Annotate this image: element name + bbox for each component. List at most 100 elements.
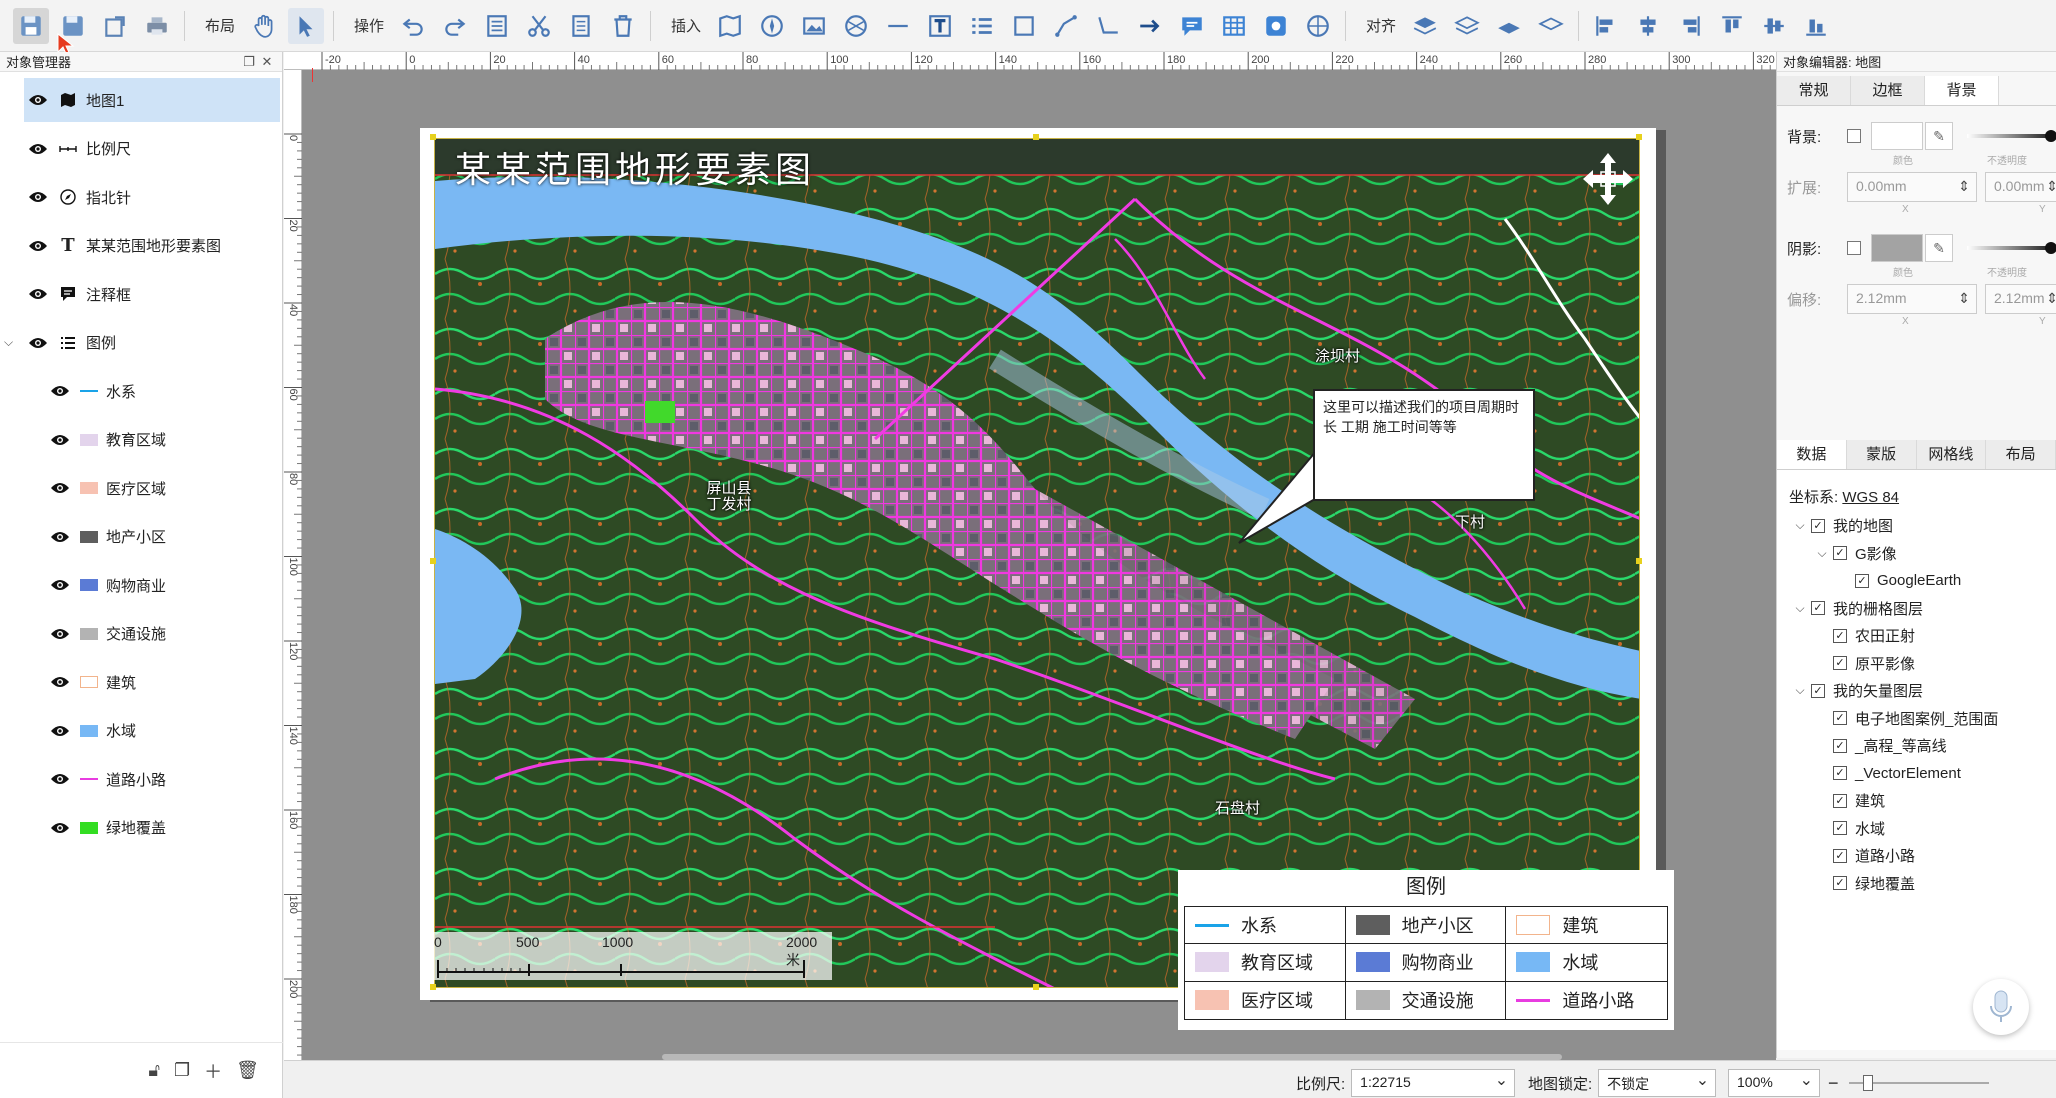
layer-tree-item[interactable]: ✓ 道路小路 bbox=[1789, 842, 2056, 870]
insert-compass-icon[interactable] bbox=[754, 8, 790, 44]
layer-checkbox[interactable]: ✓ bbox=[1833, 628, 1847, 643]
scale-combo[interactable]: 1:22715 bbox=[1351, 1069, 1516, 1097]
tree-item-legend-entry[interactable]: 建筑 bbox=[0, 658, 282, 707]
eye-icon[interactable] bbox=[50, 821, 70, 835]
send-to-back-icon[interactable] bbox=[1533, 8, 1569, 44]
eye-icon[interactable] bbox=[28, 93, 48, 107]
layout-page[interactable]: 某某范围地形要素图 这里可以描述我们的项目周期时长 工期 施工时间等等 涂坝村 … bbox=[420, 128, 1674, 1030]
zoom-out-icon[interactable]: − bbox=[1828, 1073, 1839, 1094]
pan-hand-icon[interactable] bbox=[246, 8, 282, 44]
tree-item-legend-entry[interactable]: 教育区域 bbox=[0, 416, 282, 465]
zoom-slider[interactable] bbox=[1848, 1075, 1989, 1091]
layer-tree-item[interactable]: ✓ 原平影像 bbox=[1789, 650, 2056, 678]
eye-icon[interactable] bbox=[50, 384, 70, 398]
align-top-icon[interactable] bbox=[1714, 8, 1750, 44]
annotation-box[interactable]: 这里可以描述我们的项目周期时长 工期 施工时间等等 bbox=[1313, 389, 1535, 501]
layer-checkbox[interactable]: ✓ bbox=[1833, 766, 1847, 781]
map-title[interactable]: 某某范围地形要素图 bbox=[455, 141, 815, 193]
tree-item-legend-entry[interactable]: 购物商业 bbox=[0, 561, 282, 610]
collapse-chevron-icon[interactable]: ⌵ bbox=[1789, 683, 1811, 698]
collapse-chevron-icon[interactable]: ⌵ bbox=[1811, 546, 1833, 561]
extend-x-input[interactable]: 0.00mm bbox=[1847, 172, 1977, 202]
background-checkbox[interactable] bbox=[1847, 129, 1861, 143]
layer-checkbox[interactable]: ✓ bbox=[1833, 738, 1847, 753]
tree-item-legend-entry[interactable]: 交通设施 bbox=[0, 610, 282, 659]
tree-item-legend-entry[interactable]: 医疗区域 bbox=[0, 464, 282, 513]
insert-polyline-icon[interactable] bbox=[1048, 8, 1084, 44]
tree-item-legend-entry[interactable]: 绿地覆盖 bbox=[0, 804, 282, 853]
voice-input-button[interactable] bbox=[1973, 979, 2029, 1035]
tree-item-legend-entry[interactable]: 水域 bbox=[0, 707, 282, 756]
tree-item-compass[interactable]: 指北针 bbox=[0, 173, 282, 222]
resize-handle[interactable] bbox=[1636, 134, 1642, 140]
lock-icon[interactable]: 🔓︎ bbox=[148, 1060, 160, 1081]
layer-checkbox[interactable]: ✓ bbox=[1833, 821, 1847, 836]
panel-float-icon[interactable]: ❐ bbox=[240, 54, 258, 70]
eye-icon[interactable] bbox=[28, 287, 48, 301]
tree-item-legend-entry[interactable]: 地产小区 bbox=[0, 513, 282, 562]
resize-handle[interactable] bbox=[430, 558, 436, 564]
insert-angle-line-icon[interactable] bbox=[1090, 8, 1126, 44]
add-icon[interactable]: ＋ bbox=[204, 1058, 222, 1084]
eye-icon[interactable] bbox=[50, 530, 70, 544]
resize-handle[interactable] bbox=[1636, 558, 1642, 564]
tab-mask[interactable]: 蒙版 bbox=[1846, 440, 1917, 469]
layer-checkbox[interactable]: ✓ bbox=[1833, 793, 1847, 808]
bring-to-front-icon[interactable] bbox=[1491, 8, 1527, 44]
tab-data[interactable]: 数据 bbox=[1777, 440, 1847, 469]
layer-tree-item[interactable]: ✓ GoogleEarth bbox=[1789, 567, 2056, 595]
eye-icon[interactable] bbox=[50, 433, 70, 447]
export-icon[interactable] bbox=[97, 8, 133, 44]
align-left-icon[interactable] bbox=[1588, 8, 1624, 44]
insert-rectangle-icon[interactable] bbox=[1006, 8, 1042, 44]
layer-tree-item[interactable]: ⌵ ✓ G影像 bbox=[1789, 540, 2056, 568]
delete-icon[interactable]: 🗑︎ bbox=[236, 1060, 259, 1081]
layout-canvas[interactable]: 某某范围地形要素图 这里可以描述我们的项目周期时长 工期 施工时间等等 涂坝村 … bbox=[302, 68, 1776, 1060]
scale-bar[interactable]: 0 500 1000 2000 米 bbox=[434, 932, 832, 980]
panel-close-icon[interactable]: ✕ bbox=[258, 54, 276, 70]
eye-icon[interactable] bbox=[28, 239, 48, 253]
extend-y-input[interactable]: 0.00mm bbox=[1985, 172, 2056, 202]
zoom-slider-thumb[interactable] bbox=[1862, 1075, 1873, 1091]
collapse-chevron-icon[interactable]: ⌵ bbox=[4, 335, 18, 350]
eye-icon[interactable] bbox=[28, 142, 48, 156]
layer-tree-item[interactable]: ✓ 绿地覆盖 bbox=[1789, 870, 2056, 898]
crs-value[interactable]: WGS 84 bbox=[1842, 489, 1899, 506]
insert-arrow-icon[interactable] bbox=[1132, 8, 1168, 44]
tree-item-legend-entry[interactable]: 水系 bbox=[0, 367, 282, 416]
tab-layout[interactable]: 布局 bbox=[1986, 440, 2056, 469]
layer-checkbox[interactable]: ✓ bbox=[1811, 518, 1825, 533]
copy-icon[interactable] bbox=[563, 8, 599, 44]
eye-icon[interactable] bbox=[50, 578, 70, 592]
select-arrow-icon[interactable] bbox=[288, 7, 325, 44]
offset-y-input[interactable]: 2.12mm bbox=[1985, 284, 2056, 314]
layer-checkbox[interactable]: ✓ bbox=[1811, 683, 1825, 698]
layer-checkbox[interactable]: ✓ bbox=[1855, 573, 1869, 588]
layer-tree-item[interactable]: ✓ _高程_等高线 bbox=[1789, 732, 2056, 760]
tab-gridlines[interactable]: 网格线 bbox=[1916, 440, 1987, 469]
eyedropper-icon[interactable]: ✎ bbox=[1925, 122, 1953, 150]
tree-item-legend-entry[interactable]: 道路小路 bbox=[0, 755, 282, 804]
undo-icon[interactable] bbox=[395, 8, 431, 44]
insert-image-icon[interactable] bbox=[796, 8, 832, 44]
layer-checkbox[interactable]: ✓ bbox=[1811, 601, 1825, 616]
resize-handle[interactable] bbox=[1033, 984, 1039, 990]
layer-checkbox[interactable]: ✓ bbox=[1833, 656, 1847, 671]
zoom-combo[interactable]: 100% bbox=[1728, 1069, 1820, 1097]
layer-tree-item[interactable]: ✓ 电子地图案例_范围面 bbox=[1789, 705, 2056, 733]
layer-checkbox[interactable]: ✓ bbox=[1833, 848, 1847, 863]
map-element[interactable]: 某某范围地形要素图 这里可以描述我们的项目周期时长 工期 施工时间等等 涂坝村 … bbox=[434, 138, 1640, 988]
insert-legend-icon[interactable] bbox=[964, 8, 1000, 44]
align-middle-icon[interactable] bbox=[1756, 8, 1792, 44]
save-icon[interactable] bbox=[13, 7, 49, 44]
insert-text-icon[interactable] bbox=[922, 8, 958, 44]
tree-item-map[interactable]: 地图1 bbox=[0, 76, 282, 125]
eye-icon[interactable] bbox=[50, 481, 70, 495]
tree-item-title-text[interactable]: T 某某范围地形要素图 bbox=[0, 222, 282, 271]
offset-x-input[interactable]: 2.12mm bbox=[1847, 284, 1977, 314]
collapse-chevron-icon[interactable]: ⌵ bbox=[1789, 518, 1811, 533]
eye-icon[interactable] bbox=[50, 675, 70, 689]
eye-icon[interactable] bbox=[50, 724, 70, 738]
eye-icon[interactable] bbox=[50, 772, 70, 786]
resize-handle[interactable] bbox=[1033, 134, 1039, 140]
